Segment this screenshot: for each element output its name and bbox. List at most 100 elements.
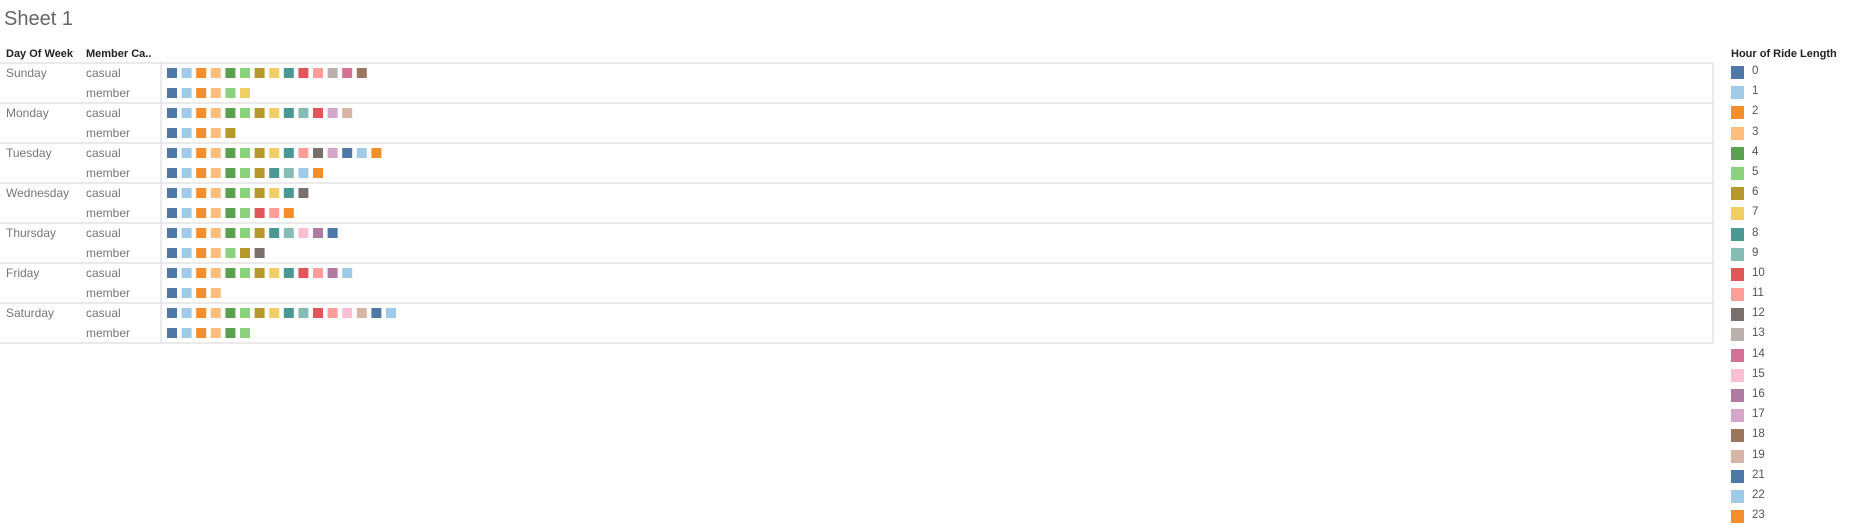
hour-mark[interactable] [254, 228, 265, 238]
hour-mark[interactable] [225, 188, 236, 198]
hour-mark[interactable] [210, 288, 221, 298]
hour-mark[interactable] [240, 328, 250, 338]
hour-mark[interactable] [298, 228, 309, 238]
hour-mark[interactable] [196, 228, 207, 238]
hour-mark[interactable] [327, 68, 338, 78]
hour-mark[interactable] [210, 128, 221, 138]
hour-mark[interactable] [298, 168, 309, 178]
hour-mark[interactable] [283, 228, 294, 238]
hour-mark[interactable] [240, 228, 250, 238]
hour-mark[interactable] [313, 108, 323, 118]
hour-mark[interactable] [327, 268, 338, 278]
hour-mark[interactable] [225, 68, 236, 78]
hour-mark[interactable] [298, 148, 309, 158]
hour-mark[interactable] [181, 188, 192, 198]
hour-mark[interactable] [210, 88, 221, 98]
hour-mark[interactable] [283, 108, 294, 118]
hour-mark[interactable] [254, 168, 265, 178]
hour-mark[interactable] [181, 148, 192, 158]
hour-mark[interactable] [196, 268, 207, 278]
hour-mark[interactable] [298, 188, 309, 198]
hour-mark[interactable] [342, 268, 353, 278]
hour-mark[interactable] [254, 108, 265, 118]
hour-mark[interactable] [167, 188, 177, 198]
hour-mark[interactable] [167, 248, 177, 258]
hour-mark[interactable] [181, 68, 192, 78]
hour-mark[interactable] [181, 308, 192, 318]
hour-mark[interactable] [210, 228, 221, 238]
hour-mark[interactable] [371, 308, 382, 318]
hour-mark[interactable] [240, 308, 250, 318]
hour-mark[interactable] [283, 208, 294, 218]
hour-mark[interactable] [196, 328, 207, 338]
hour-mark[interactable] [240, 108, 250, 118]
hour-mark[interactable] [210, 208, 221, 218]
hour-mark[interactable] [181, 208, 192, 218]
hour-mark[interactable] [181, 268, 192, 278]
hour-mark[interactable] [210, 268, 221, 278]
hour-mark[interactable] [225, 208, 236, 218]
hour-mark[interactable] [283, 268, 294, 278]
hour-mark[interactable] [386, 308, 396, 318]
hour-mark[interactable] [167, 208, 177, 218]
hour-mark[interactable] [210, 188, 221, 198]
hour-mark[interactable] [225, 328, 236, 338]
hour-mark[interactable] [210, 328, 221, 338]
hour-mark[interactable] [298, 68, 309, 78]
hour-mark[interactable] [225, 128, 236, 138]
hour-mark[interactable] [269, 208, 280, 218]
hour-mark[interactable] [196, 208, 207, 218]
hour-mark[interactable] [181, 88, 192, 98]
hour-mark[interactable] [342, 68, 353, 78]
hour-mark[interactable] [210, 168, 221, 178]
hour-mark[interactable] [313, 268, 323, 278]
hour-mark[interactable] [196, 308, 207, 318]
hour-mark[interactable] [225, 168, 236, 178]
hour-mark[interactable] [167, 328, 177, 338]
hour-mark[interactable] [298, 308, 309, 318]
hour-mark[interactable] [254, 68, 265, 78]
hour-mark[interactable] [298, 268, 309, 278]
hour-mark[interactable] [210, 68, 221, 78]
hour-mark[interactable] [196, 88, 207, 98]
hour-mark[interactable] [196, 68, 207, 78]
hour-mark[interactable] [167, 108, 177, 118]
hour-mark[interactable] [167, 268, 177, 278]
hour-mark[interactable] [342, 308, 353, 318]
hour-mark[interactable] [254, 188, 265, 198]
hour-mark[interactable] [254, 148, 265, 158]
hour-mark[interactable] [167, 148, 177, 158]
hour-mark[interactable] [254, 308, 265, 318]
hour-mark[interactable] [240, 208, 250, 218]
hour-mark[interactable] [167, 288, 177, 298]
hour-mark[interactable] [254, 268, 265, 278]
hour-mark[interactable] [181, 228, 192, 238]
hour-mark[interactable] [327, 148, 338, 158]
hour-mark[interactable] [225, 228, 236, 238]
hour-mark[interactable] [240, 188, 250, 198]
hour-mark[interactable] [254, 208, 265, 218]
hour-mark[interactable] [240, 148, 250, 158]
hour-mark[interactable] [240, 168, 250, 178]
hour-mark[interactable] [313, 308, 323, 318]
hour-mark[interactable] [225, 148, 236, 158]
hour-mark[interactable] [269, 268, 280, 278]
hour-mark[interactable] [196, 168, 207, 178]
hour-mark[interactable] [327, 308, 338, 318]
hour-mark[interactable] [283, 188, 294, 198]
hour-mark[interactable] [210, 248, 221, 258]
hour-mark[interactable] [240, 268, 250, 278]
hour-mark[interactable] [225, 308, 236, 318]
hour-mark[interactable] [283, 68, 294, 78]
hour-mark[interactable] [167, 128, 177, 138]
hour-mark[interactable] [298, 108, 309, 118]
hour-mark[interactable] [225, 88, 236, 98]
hour-mark[interactable] [283, 168, 294, 178]
hour-mark[interactable] [342, 108, 353, 118]
hour-mark[interactable] [313, 228, 323, 238]
hour-mark[interactable] [342, 148, 353, 158]
hour-mark[interactable] [283, 148, 294, 158]
hour-mark[interactable] [313, 148, 323, 158]
hour-mark[interactable] [196, 288, 207, 298]
hour-mark[interactable] [181, 288, 192, 298]
